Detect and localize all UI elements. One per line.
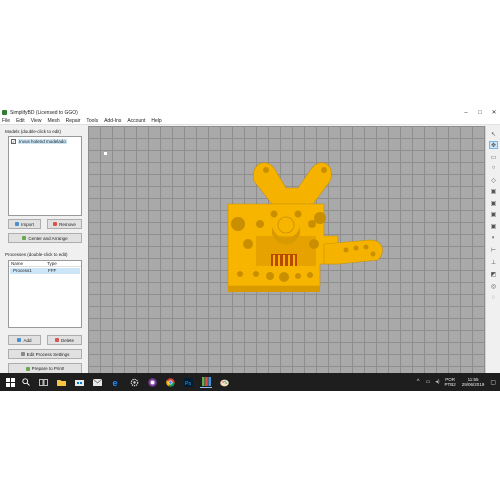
edit-settings-label: Edit Process Settings — [26, 351, 70, 357]
view-left-icon[interactable]: ▣ — [489, 199, 498, 207]
menu-add-ins[interactable]: Add-Ins — [104, 118, 121, 124]
settings-app-icon[interactable] — [128, 376, 140, 388]
col-name-header: Name — [11, 261, 24, 266]
notifications-icon[interactable]: ▢ — [490, 379, 496, 386]
clock[interactable]: 11:55 29/06/2019 — [462, 377, 485, 387]
search-icon[interactable] — [20, 376, 32, 388]
axis-icon[interactable]: ⊢ — [489, 246, 498, 254]
keyboard-layout: PTB2 — [444, 382, 456, 387]
task-view-icon[interactable] — [37, 376, 49, 388]
paint-icon[interactable] — [218, 376, 230, 388]
edge-icon[interactable]: e — [110, 376, 122, 388]
build-volume-icon[interactable]: ◩ — [489, 270, 498, 278]
remove-button[interactable]: Remove — [47, 219, 82, 229]
remove-icon — [53, 222, 58, 226]
center-arrange-icon — [22, 236, 27, 240]
close-button[interactable]: ✕ — [490, 109, 498, 116]
hotend-model[interactable] — [88, 126, 485, 373]
edit-settings-icon — [20, 352, 25, 356]
model-visible-checkbox[interactable]: ✓ — [11, 139, 16, 144]
system-tray: ^ ▭ ◂) POR PTB2 11:55 29/06/2019 ▢ — [417, 373, 500, 391]
left-panel: Models (double-click to edit) ✓ Invus ho… — [0, 126, 88, 374]
cursor-icon[interactable]: ↖ — [489, 130, 498, 138]
processes-list[interactable]: Name Type Process1 FFF — [8, 260, 82, 328]
view-toolbar: ↖ ✥ ▭ ○ ◇ ▣ ▣ ▣ ▣ ◐ ⊢ ⊥ ◩ ◎ ◌ — [485, 126, 500, 373]
network-icon[interactable]: ▭ — [426, 379, 431, 385]
center-arrange-button[interactable]: Center and Arrange — [8, 233, 82, 243]
view-bottom-icon[interactable]: ◐ — [489, 234, 498, 242]
view-front-icon[interactable]: ▣ — [489, 187, 498, 195]
window-controls: – □ ✕ — [462, 108, 498, 117]
app-logo-icon — [2, 110, 7, 115]
menu-tools[interactable]: Tools — [86, 118, 98, 124]
settings-icon[interactable]: ◌ — [489, 294, 498, 302]
processes-label: Processes (double-click to edit) — [5, 252, 68, 257]
build-plate-viewport[interactable] — [88, 126, 485, 373]
language-indicator[interactable]: POR PTB2 — [445, 377, 456, 387]
menu-view[interactable]: View — [31, 118, 42, 124]
view-back-icon[interactable]: ▣ — [489, 222, 498, 230]
windows-start-icon[interactable] — [4, 376, 16, 388]
menu-bar: File Edit View Mesh Repair Tools Add-Ins… — [0, 117, 500, 125]
maximize-button[interactable]: □ — [476, 110, 484, 116]
simplify3d-icon[interactable] — [200, 376, 212, 388]
move-icon[interactable]: ✥ — [489, 141, 498, 149]
file-explorer-icon[interactable] — [55, 376, 67, 388]
delete-label: Delete — [60, 337, 74, 343]
model-list-item[interactable]: ✓ Invus hotend modelado — [11, 139, 67, 144]
edit-process-settings-button[interactable]: Edit Process Settings — [8, 349, 82, 359]
store-icon[interactable] — [73, 376, 85, 388]
add-icon — [17, 338, 22, 342]
col-type-header: Type — [47, 261, 57, 266]
models-label: Models (double-click to edit) — [5, 129, 62, 134]
import-label: Import — [21, 221, 34, 227]
tray-arrow-icon[interactable]: ^ — [417, 379, 420, 385]
remove-label: Remove — [59, 221, 76, 227]
menu-edit[interactable]: Edit — [16, 118, 25, 124]
menu-account[interactable]: Account — [127, 118, 145, 124]
import-button[interactable]: Import — [8, 219, 41, 229]
app-screen: SimplifyBD (Licensed to GGO) – □ ✕ File … — [0, 108, 500, 391]
view-top-icon[interactable]: ◇ — [489, 176, 498, 184]
hotend-mount-part[interactable] — [227, 162, 383, 292]
models-list[interactable]: ✓ Invus hotend modelado — [8, 136, 82, 216]
process-row[interactable]: Process1 FFF — [10, 268, 80, 274]
add-process-button[interactable]: Add — [8, 335, 41, 345]
processes-header: Name Type — [9, 261, 81, 267]
clock-date: 29/06/2019 — [461, 382, 485, 387]
prepare-label: Prepare to Print! — [31, 366, 65, 371]
volume-icon[interactable]: ◂) — [435, 379, 439, 385]
mail-icon[interactable] — [91, 376, 103, 388]
grid-icon[interactable]: ◎ — [489, 282, 498, 290]
add-label: Add — [23, 337, 32, 343]
photoshop-icon[interactable]: Ps — [182, 376, 194, 388]
chrome-icon[interactable] — [164, 376, 176, 388]
window-title: SimplifyBD (Licensed to GGO) — [10, 109, 78, 116]
svg-text:e: e — [112, 378, 117, 387]
delete-icon — [54, 338, 59, 342]
view-right-icon[interactable]: ▣ — [489, 210, 498, 218]
menu-file[interactable]: File — [2, 118, 10, 124]
delete-process-button[interactable]: Delete — [47, 335, 82, 345]
windows-taskbar: e Ps ^ ▭ ◂) POR PTB2 11:55 29/06/2019 ▢ — [0, 373, 500, 391]
menu-repair[interactable]: Repair — [66, 118, 81, 124]
menu-help[interactable]: Help — [151, 118, 161, 124]
process-type: FFF — [48, 268, 57, 273]
obs-icon[interactable] — [146, 376, 158, 388]
print-icon — [25, 366, 30, 371]
title-bar: SimplifyBD (Licensed to GGO) – □ ✕ — [0, 108, 500, 117]
cross-section-icon[interactable]: ⊥ — [489, 258, 498, 266]
rotate-icon[interactable]: ○ — [489, 164, 498, 172]
process-name: Process1 — [13, 268, 32, 273]
menu-mesh[interactable]: Mesh — [47, 118, 59, 124]
model-name: Invus hotend modelado — [18, 139, 67, 144]
import-icon — [15, 222, 20, 226]
minimize-button[interactable]: – — [462, 110, 470, 116]
fit-view-icon[interactable]: ▭ — [489, 153, 498, 161]
svg-text:Ps: Ps — [185, 380, 191, 386]
center-arrange-label: Center and Arrange — [28, 235, 68, 241]
